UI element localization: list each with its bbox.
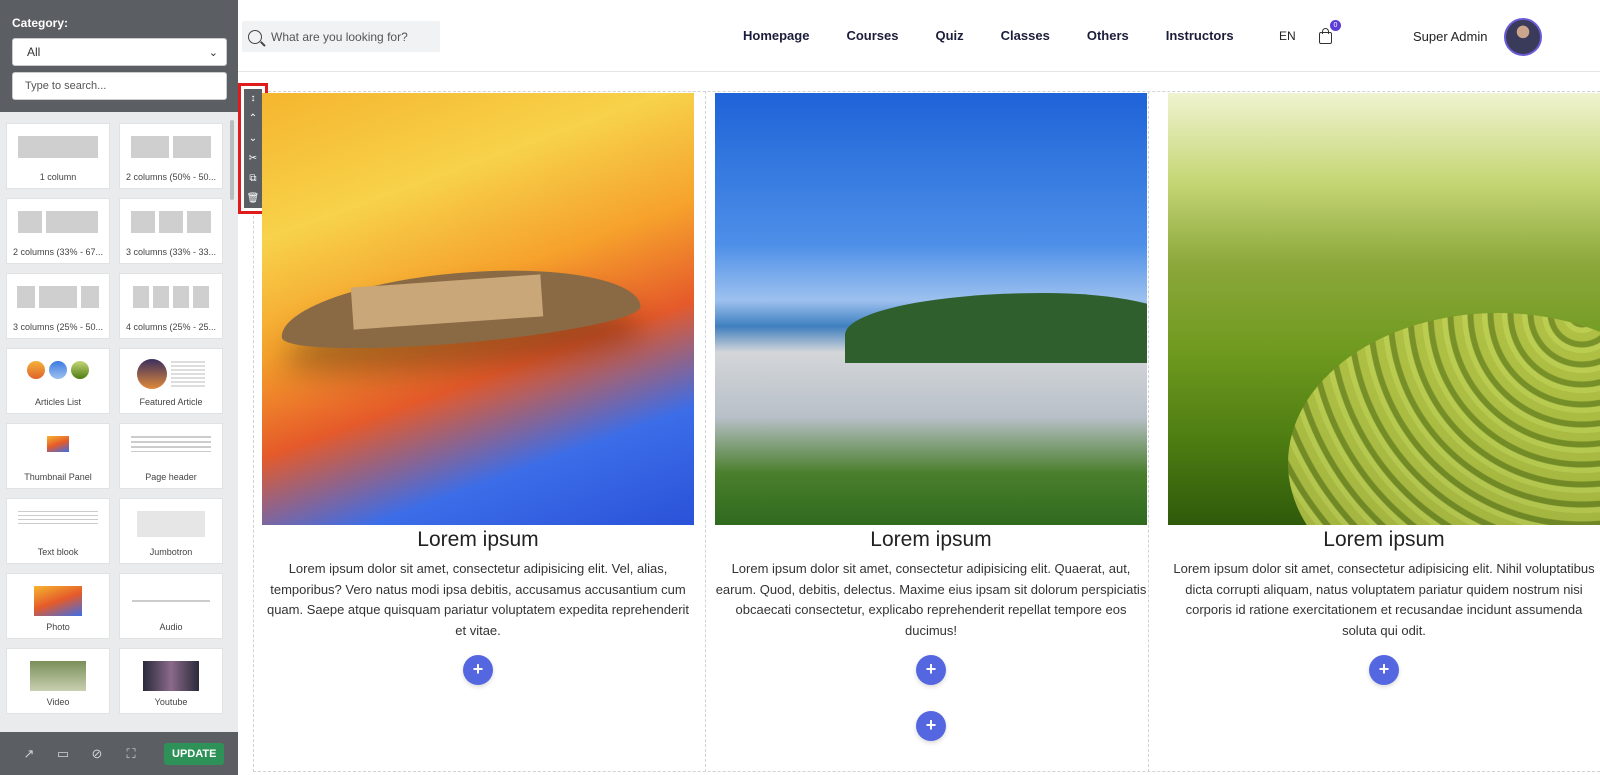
block-tile[interactable]: Articles List <box>6 348 110 414</box>
card-title[interactable]: Lorem ipsum <box>262 527 694 553</box>
category-label: Category: <box>12 16 69 30</box>
block-tile-label: Articles List <box>34 397 81 407</box>
category-select-value: All <box>27 45 41 59</box>
category-select[interactable]: All ⌄ <box>12 38 227 66</box>
column-divider <box>705 91 706 772</box>
content-card: Lorem ipsum Lorem ipsum dolor sit amet, … <box>715 93 1147 641</box>
block-tile[interactable]: Audio <box>119 573 223 639</box>
nav-classes[interactable]: Classes <box>1001 28 1050 43</box>
block-tile[interactable]: Photo <box>6 573 110 639</box>
block-tile[interactable]: 1 column <box>6 123 110 189</box>
block-tile[interactable]: Page header <box>119 423 223 489</box>
nav-instructors[interactable]: Instructors <box>1166 28 1234 43</box>
site-search-placeholder: What are you looking for? <box>271 29 408 44</box>
block-tile[interactable]: 2 columns (33% - 67... <box>6 198 110 264</box>
card-photo[interactable] <box>715 93 1147 525</box>
block-tile-label: Youtube <box>154 697 188 707</box>
block-tile[interactable]: Featured Article <box>119 348 223 414</box>
page-canvas: ↕ ⌃ ⌄ ✂ ⧉ 🗑︎ Lorem ipsum Lorem ipsum dol… <box>238 73 1600 775</box>
block-tile-label: Page header <box>145 472 197 482</box>
card-title[interactable]: Lorem ipsum <box>715 527 1147 553</box>
trash-icon[interactable]: 🗑︎ <box>247 193 260 204</box>
builder-panel: Category: All ⌄ Type to search... 1 colu… <box>0 0 238 775</box>
block-library: 1 column 2 columns (50% - 50... 2 column… <box>0 112 238 732</box>
block-tile-label: 2 columns (50% - 50... <box>125 172 217 182</box>
block-tile-label: 4 columns (25% - 25... <box>125 322 217 332</box>
block-tile[interactable]: 3 columns (33% - 33... <box>119 198 223 264</box>
card-text[interactable]: Lorem ipsum dolor sit amet, consectetur … <box>715 559 1147 641</box>
card-text[interactable]: Lorem ipsum dolor sit amet, consectetur … <box>1168 559 1600 641</box>
update-button[interactable]: UPDATE <box>164 742 225 765</box>
card-title[interactable]: Lorem ipsum <box>1168 527 1600 553</box>
block-tile[interactable]: Text blook <box>6 498 110 564</box>
chevron-down-icon: ⌄ <box>208 46 218 59</box>
block-tile-label: 2 columns (33% - 67... <box>12 247 104 257</box>
nav-quiz[interactable]: Quiz <box>936 28 964 43</box>
block-tile-label: 3 columns (25% - 50... <box>12 322 104 332</box>
card-photo[interactable] <box>1168 93 1600 525</box>
block-search-input[interactable]: Type to search... <box>12 72 227 100</box>
block-tile-label: Featured Article <box>139 397 203 407</box>
terrace-shape <box>1288 313 1600 525</box>
block-tile-label: Photo <box>46 622 70 632</box>
column-divider <box>1148 91 1149 772</box>
block-tile[interactable]: Thumbnail Panel <box>6 423 110 489</box>
block-tile-label: Jumbotron <box>149 547 193 557</box>
cut-icon[interactable]: ✂ <box>249 153 257 164</box>
block-tile[interactable]: Video <box>6 648 110 714</box>
nav-courses[interactable]: Courses <box>846 28 898 43</box>
copy-icon[interactable]: ⧉ <box>249 173 256 184</box>
card-photo[interactable] <box>262 93 694 525</box>
content-card: Lorem ipsum Lorem ipsum dolor sit amet, … <box>262 93 694 641</box>
block-tile-label: 3 columns (33% - 33... <box>125 247 217 257</box>
laptop-icon[interactable]: ▭ <box>56 746 70 761</box>
block-library-scrollbar[interactable] <box>230 120 234 200</box>
eye-slash-icon[interactable]: ⊘ <box>90 746 104 761</box>
block-tile[interactable]: 4 columns (25% - 25... <box>119 273 223 339</box>
nav-homepage[interactable]: Homepage <box>743 28 809 43</box>
site-search-input[interactable]: What are you looking for? <box>242 21 440 52</box>
card-text[interactable]: Lorem ipsum dolor sit amet, consectetur … <box>262 559 694 641</box>
panel-footer: ↗ ▭ ⊘ ⛶ UPDATE <box>0 732 238 775</box>
avatar[interactable] <box>1504 18 1542 56</box>
top-navbar: What are you looking for? Homepage Cours… <box>238 0 1600 72</box>
block-tile-label: Thumbnail Panel <box>24 472 92 482</box>
arrow-up-icon[interactable]: ⌃ <box>249 113 257 124</box>
main-nav: Homepage Courses Quiz Classes Others Ins… <box>743 28 1271 43</box>
add-block-button[interactable]: + <box>1369 655 1399 685</box>
block-tile-label: Text blook <box>37 547 79 557</box>
fullscreen-icon[interactable]: ⛶ <box>124 746 138 761</box>
block-tile[interactable]: 3 columns (25% - 50... <box>6 273 110 339</box>
block-tile[interactable]: Jumbotron <box>119 498 223 564</box>
block-tile-label: 1 column <box>39 172 77 182</box>
hill-shape <box>845 293 1147 363</box>
move-icon[interactable]: ↕ <box>251 93 256 104</box>
add-row-button[interactable]: + <box>916 711 946 741</box>
add-block-button[interactable]: + <box>916 655 946 685</box>
block-tile-label: Video <box>46 697 70 707</box>
content-card: Lorem ipsum Lorem ipsum dolor sit amet, … <box>1168 93 1600 641</box>
cart-button[interactable]: 0 <box>1318 20 1341 44</box>
shopping-bag-icon <box>1319 32 1332 44</box>
block-tile-label: Audio <box>159 622 183 632</box>
block-tile[interactable]: Youtube <box>119 648 223 714</box>
block-tile[interactable]: 2 columns (50% - 50... <box>119 123 223 189</box>
cart-count-badge: 0 <box>1330 20 1341 31</box>
add-block-button[interactable]: + <box>463 655 493 685</box>
nav-others[interactable]: Others <box>1087 28 1129 43</box>
arrow-down-icon[interactable]: ⌄ <box>249 133 257 144</box>
user-name[interactable]: Super Admin <box>1413 29 1487 44</box>
search-icon <box>248 29 262 44</box>
language-switcher[interactable]: EN <box>1279 29 1296 43</box>
external-link-icon[interactable]: ↗ <box>22 746 36 761</box>
